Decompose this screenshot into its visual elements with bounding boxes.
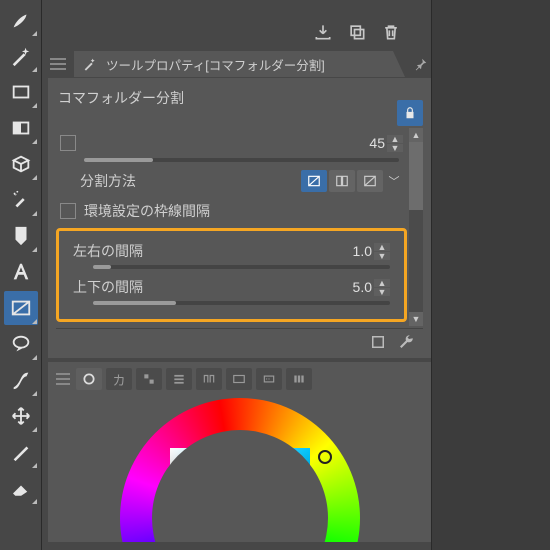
tool-pen[interactable] xyxy=(4,219,38,253)
tool-property-tab[interactable]: ツールプロパティ[コマフォルダー分割] xyxy=(74,51,405,77)
reset-icon[interactable] xyxy=(369,333,387,354)
canvas-area xyxy=(432,0,550,550)
lock-button[interactable] xyxy=(397,100,423,126)
method-row: 分割方法 ﹀ xyxy=(56,166,407,196)
tab-label: ツールプロパティ[コマフォルダー分割] xyxy=(106,55,325,74)
color-tab-label[interactable]: カ xyxy=(106,368,132,390)
scroll-down-icon[interactable]: ▼ xyxy=(409,312,423,326)
panel-title: コマフォルダー分割 xyxy=(56,86,397,126)
method-label: 分割方法 xyxy=(60,171,301,191)
color-tab-5[interactable] xyxy=(196,368,222,390)
env-row: 環境設定の枠線間隔 xyxy=(56,196,407,226)
color-tab-4[interactable] xyxy=(166,368,192,390)
color-tab-8[interactable] xyxy=(286,368,312,390)
highlighted-spacing-box: 左右の間隔 1.0 ▲▼ 上下の間隔 5.0 ▲▼ xyxy=(56,228,407,322)
hue-cursor[interactable] xyxy=(318,450,332,464)
tool-column xyxy=(0,0,42,550)
method-opt-3[interactable] xyxy=(357,170,383,192)
hue-ring[interactable] xyxy=(120,398,360,542)
panel-menu-icon[interactable] xyxy=(48,54,68,74)
angle-stepper[interactable]: ▲▼ xyxy=(387,135,403,152)
pin-icon[interactable] xyxy=(411,57,431,71)
panel-area: ツールプロパティ[コマフォルダー分割] コマフォルダー分割 45 ▲▼ 分割方法 xyxy=(42,0,432,550)
angle-slider[interactable] xyxy=(84,158,399,162)
method-options: ﹀ xyxy=(301,170,403,192)
method-dropdown-icon[interactable]: ﹀ xyxy=(385,173,403,189)
panel-footer xyxy=(56,328,423,358)
vert-row: 上下の間隔 5.0 ▲▼ xyxy=(65,273,398,301)
tool-wand[interactable] xyxy=(4,39,38,73)
color-wheel-area xyxy=(54,392,425,542)
scroll-track[interactable] xyxy=(409,142,423,312)
color-menu-icon[interactable] xyxy=(54,369,72,389)
tool-balloon[interactable] xyxy=(4,327,38,361)
vert-label: 上下の間隔 xyxy=(73,277,328,297)
color-tab-wheel[interactable] xyxy=(76,368,102,390)
tool-rect[interactable] xyxy=(4,75,38,109)
tool-line[interactable] xyxy=(4,435,38,469)
color-tab-7[interactable] xyxy=(256,368,282,390)
trash-icon[interactable] xyxy=(379,20,403,44)
horiz-value[interactable]: 1.0 xyxy=(328,243,372,259)
angle-checkbox[interactable] xyxy=(60,135,76,151)
tool-mesh[interactable] xyxy=(4,147,38,181)
lock-icon xyxy=(403,106,417,120)
wand-icon xyxy=(82,56,98,72)
duplicate-icon[interactable] xyxy=(345,20,369,44)
panel-scrollbar[interactable]: ▲ ▼ xyxy=(409,128,423,326)
import-icon[interactable] xyxy=(311,20,335,44)
vert-slider[interactable] xyxy=(93,301,390,305)
method-opt-1[interactable] xyxy=(301,170,327,192)
angle-value[interactable]: 45 xyxy=(341,135,385,151)
sv-box[interactable] xyxy=(170,448,310,542)
tool-gradient[interactable] xyxy=(4,111,38,145)
vert-stepper[interactable]: ▲▼ xyxy=(374,279,390,296)
scroll-thumb[interactable] xyxy=(409,142,423,210)
color-tab-3[interactable] xyxy=(136,368,162,390)
horiz-stepper[interactable]: ▲▼ xyxy=(374,243,390,260)
tool-property-panel: コマフォルダー分割 45 ▲▼ 分割方法 xyxy=(48,78,431,358)
tool-frame-divide[interactable] xyxy=(4,291,38,325)
horiz-slider[interactable] xyxy=(93,265,390,269)
tool-airbrush[interactable] xyxy=(4,183,38,217)
tool-curve[interactable] xyxy=(4,363,38,397)
horiz-label: 左右の間隔 xyxy=(73,241,328,261)
wrench-icon[interactable] xyxy=(397,333,415,354)
env-label: 環境設定の枠線間隔 xyxy=(84,201,403,221)
tool-eraser[interactable] xyxy=(4,471,38,505)
tool-brush[interactable] xyxy=(4,3,38,37)
tool-move[interactable] xyxy=(4,399,38,433)
color-tab-6[interactable] xyxy=(226,368,252,390)
angle-row: 45 ▲▼ xyxy=(56,128,407,158)
env-checkbox[interactable] xyxy=(60,203,76,219)
scroll-up-icon[interactable]: ▲ xyxy=(409,128,423,142)
color-panel: カ xyxy=(48,362,431,542)
tool-text[interactable] xyxy=(4,255,38,289)
method-opt-2[interactable] xyxy=(329,170,355,192)
vert-value[interactable]: 5.0 xyxy=(328,279,372,295)
horiz-row: 左右の間隔 1.0 ▲▼ xyxy=(65,237,398,265)
subgroup-actions xyxy=(48,0,431,50)
